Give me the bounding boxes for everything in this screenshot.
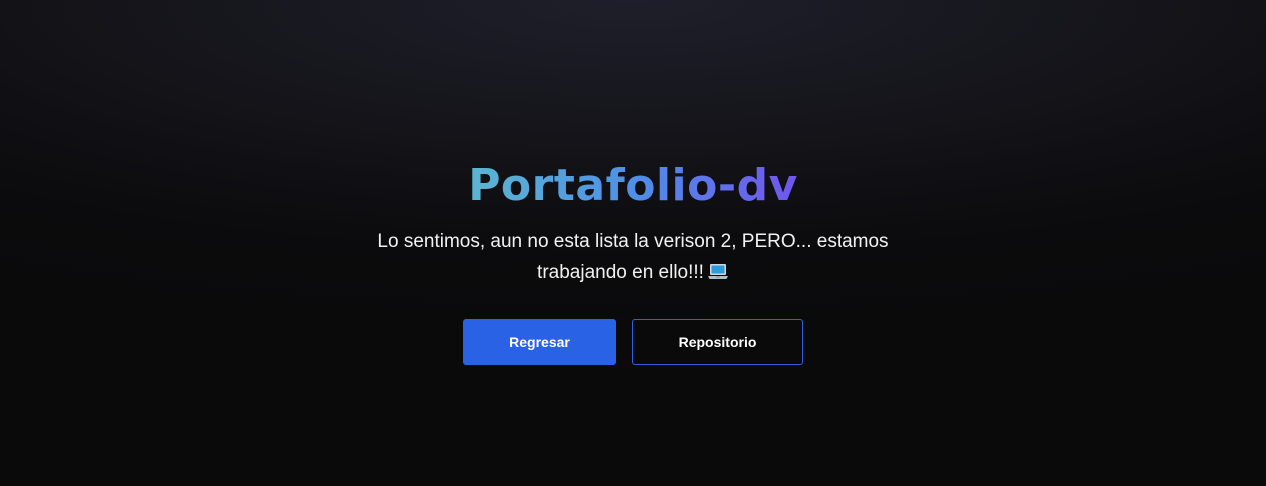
hero-message-text: Lo sentimos, aun no esta lista la veriso… [377,231,889,283]
repository-button[interactable]: Repositorio [632,319,803,365]
back-button[interactable]: Regresar [463,319,616,365]
action-buttons: Regresar Repositorio [0,319,1266,365]
hero-section: Portafolio-dv Lo sentimos, aun no esta l… [0,158,1266,365]
laptop-icon [707,264,728,279]
hero-message: Lo sentimos, aun no esta lista la veriso… [363,226,903,288]
page-title: Portafolio-dv [468,158,798,214]
